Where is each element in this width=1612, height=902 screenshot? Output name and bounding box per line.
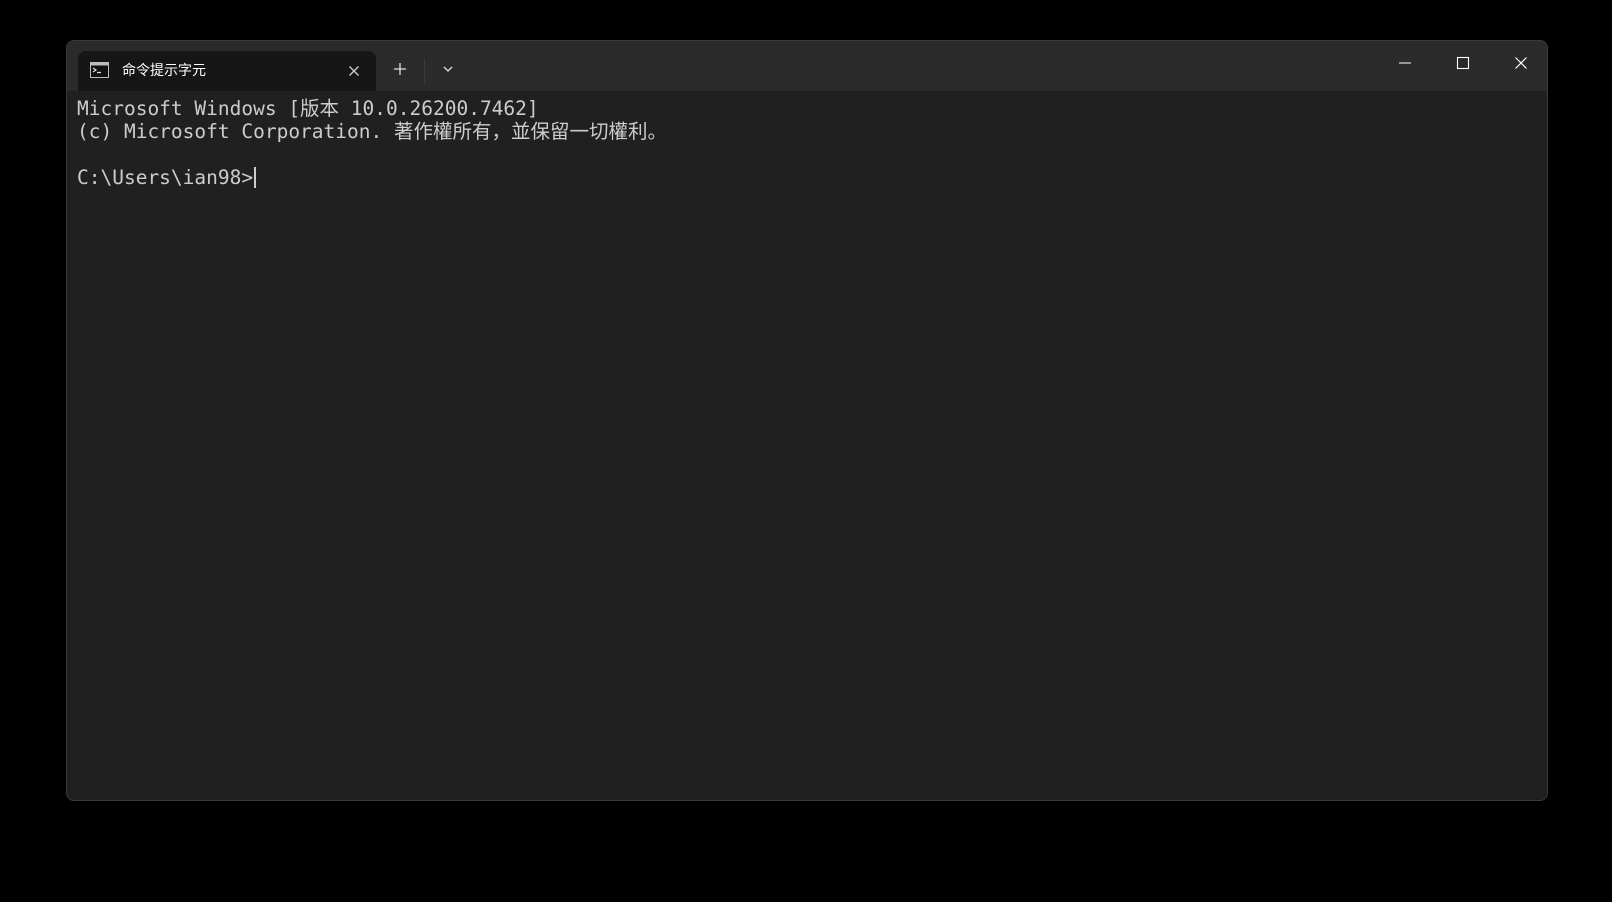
prompt-text: C:\Users\ian98> xyxy=(77,166,254,189)
tab-separator xyxy=(424,59,425,83)
maximize-button[interactable] xyxy=(1434,41,1492,89)
text-cursor xyxy=(254,167,257,188)
minimize-button[interactable] xyxy=(1376,41,1434,89)
close-icon xyxy=(1514,56,1528,75)
tab-title: 命令提示字元 xyxy=(122,63,206,79)
minimize-icon xyxy=(1398,56,1412,75)
chevron-down-icon xyxy=(441,62,455,81)
title-bar[interactable]: 命令提示字元 xyxy=(67,41,1547,91)
maximize-icon xyxy=(1456,56,1470,75)
plus-icon xyxy=(392,61,408,82)
new-tab-button[interactable] xyxy=(382,55,418,87)
terminal-output[interactable]: Microsoft Windows [版本 10.0.26200.7462] (… xyxy=(67,91,1547,800)
tab-close-icon[interactable] xyxy=(346,63,362,79)
tab-command-prompt[interactable]: 命令提示字元 xyxy=(78,51,376,91)
tab-dropdown-button[interactable] xyxy=(430,55,466,87)
terminal-line: (c) Microsoft Corporation. 著作權所有，並保留一切權利… xyxy=(77,120,667,143)
close-button[interactable] xyxy=(1492,41,1547,89)
terminal-line: Microsoft Windows [版本 10.0.26200.7462] xyxy=(77,97,539,120)
command-prompt-line[interactable]: C:\Users\ian98> xyxy=(77,166,1547,189)
cmd-console-icon xyxy=(90,62,109,78)
terminal-window: 命令提示字元 Microsoft Windows [版本 10.0.26200.… xyxy=(66,40,1548,801)
